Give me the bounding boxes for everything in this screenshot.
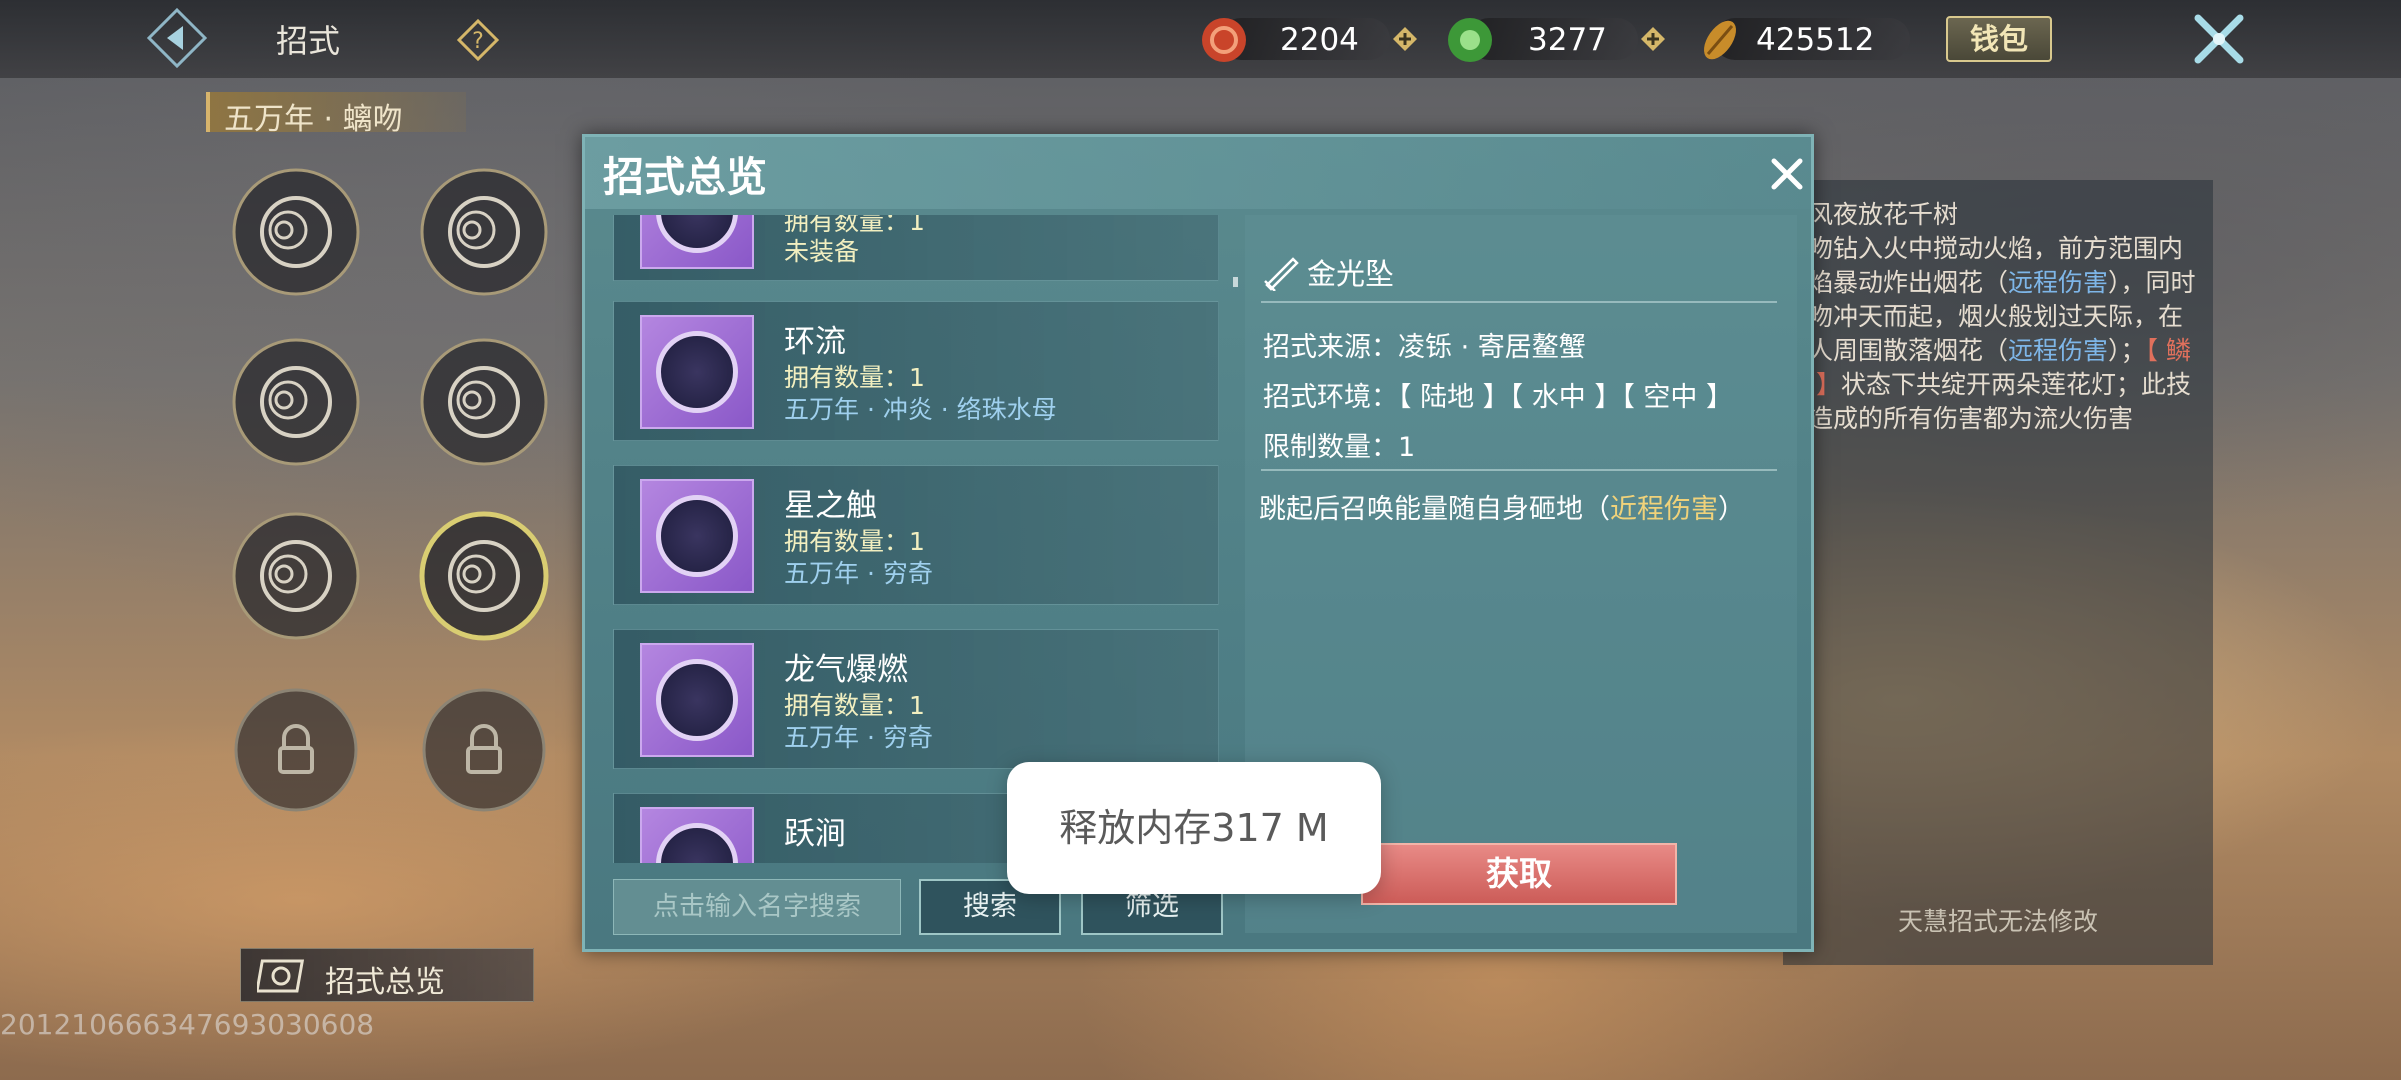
detail-limit: 限制数量：1 [1263,432,1416,463]
skill-slot-selected[interactable] [416,508,552,644]
help-icon[interactable]: ? [456,18,500,62]
currency-value: 425512 [1756,22,1875,58]
sword-icon [1264,257,1299,291]
skill-slot[interactable] [228,334,364,470]
search-input[interactable]: 点击输入名字搜索 [613,879,901,935]
skill-card[interactable]: 环流 拥有数量：1 五万年 · 冲炎 · 络珠水母 [613,301,1219,441]
skill-emblem-icon [656,215,738,253]
gold-leaf-currency-icon [1704,20,1736,60]
top-bar: 招式 ? 2204 3277 425512 钱包 [0,0,2401,78]
skill-source: 未装备 [784,237,860,266]
plus-icon[interactable] [1640,26,1666,52]
plus-icon[interactable] [1392,26,1418,52]
wallet-button[interactable]: 钱包 [1946,16,2052,62]
player-uid: 20121066634769303060​8 [0,1008,375,1041]
red-currency-icon [1202,18,1246,62]
skill-emblem-icon [656,659,738,741]
close-icon[interactable] [2186,6,2252,72]
skill-thumbnail [640,807,754,863]
detail-environment: 招式环境：【 陆地 】【 水中 】【 空中 】 [1263,382,1733,413]
skill-slot[interactable] [416,164,552,300]
skill-slot[interactable] [416,334,552,470]
skill-source: 五万年 · 穷奇 [784,559,933,588]
skill-name: 星之触 [784,488,877,524]
skill-source: 五万年 · 冲炎 · 络珠水母 [784,395,1057,424]
skill-thumbnail [640,315,754,429]
skill-count: 拥有数量：1 [784,691,925,720]
page-title: 招式 [276,22,341,60]
close-icon[interactable] [1766,153,1808,195]
beast-header-label: 五万年 · 螭吻 [224,102,403,137]
detail-description: 跳起后召唤能量随自身砸地（近程伤害） [1259,494,1745,525]
dialog-title: 招式总览 [603,153,767,201]
skill-overview-button[interactable]: 招式总览 [240,948,534,1002]
back-arrow-icon[interactable] [145,6,209,70]
dialog-header [585,137,1811,209]
skill-name: 跃涧 [784,816,846,852]
cannot-modify-note: 天慧招式无法修改 [1897,907,2098,936]
detail-source: 招式来源：凌铄 · 寄居鳌蟹 [1263,332,1586,363]
divider [1261,469,1777,471]
skill-thumbnail [640,643,754,757]
memory-release-toast: 释放内存317 M [1007,762,1381,894]
jade-currency-icon [1448,18,1492,62]
scrollbar[interactable] [1233,277,1238,287]
skill-description: 东风夜放花千树 螭吻钻入火中搅动火焰，前方范围内火焰暴动炸出烟花（远程伤害），同… [1783,198,2201,436]
skill-emblem-icon [656,823,738,863]
lock-icon[interactable] [416,682,552,818]
skill-slot[interactable] [228,508,364,644]
currency-value: 3277 [1528,22,1607,58]
skill-card[interactable]: 龙气爆燃 拥有数量：1 五万年 · 穷奇 [613,629,1219,769]
beast-header: 五万年 · 螭吻 [206,92,466,137]
skill-count: 拥有数量：1 [784,363,925,392]
skill-name: 环流 [784,324,846,360]
detail-skill-name: 金光坠 [1307,257,1395,291]
skill-slot[interactable] [228,164,364,300]
skill-description-panel: 东风夜放花千树 螭吻钻入火中搅动火焰，前方范围内火焰暴动炸出烟花（远程伤害），同… [1783,180,2213,965]
skill-thumbnail [640,479,754,593]
skill-source: 五万年 · 穷奇 [784,723,933,752]
skill-name: 龙气爆燃 [784,652,908,688]
skill-overview-label: 招式总览 [325,965,445,1000]
skill-emblem-icon [656,495,738,577]
divider [1261,301,1777,303]
svg-text:?: ? [472,29,484,54]
obtain-button[interactable]: 获取 [1361,843,1677,905]
lock-icon[interactable] [228,682,364,818]
skill-card[interactable]: 星之触 拥有数量：1 五万年 · 穷奇 [613,465,1219,605]
skill-emblem-icon [656,331,738,413]
skill-thumbnail [640,215,754,269]
currency-value: 2204 [1280,22,1359,58]
skill-count: 拥有数量：1 [784,527,925,556]
skill-description-title: 东风夜放花千树 [1783,200,1959,229]
scroll-icon [257,959,305,993]
skill-card[interactable]: 拥有数量：1 未装备 [613,215,1219,281]
